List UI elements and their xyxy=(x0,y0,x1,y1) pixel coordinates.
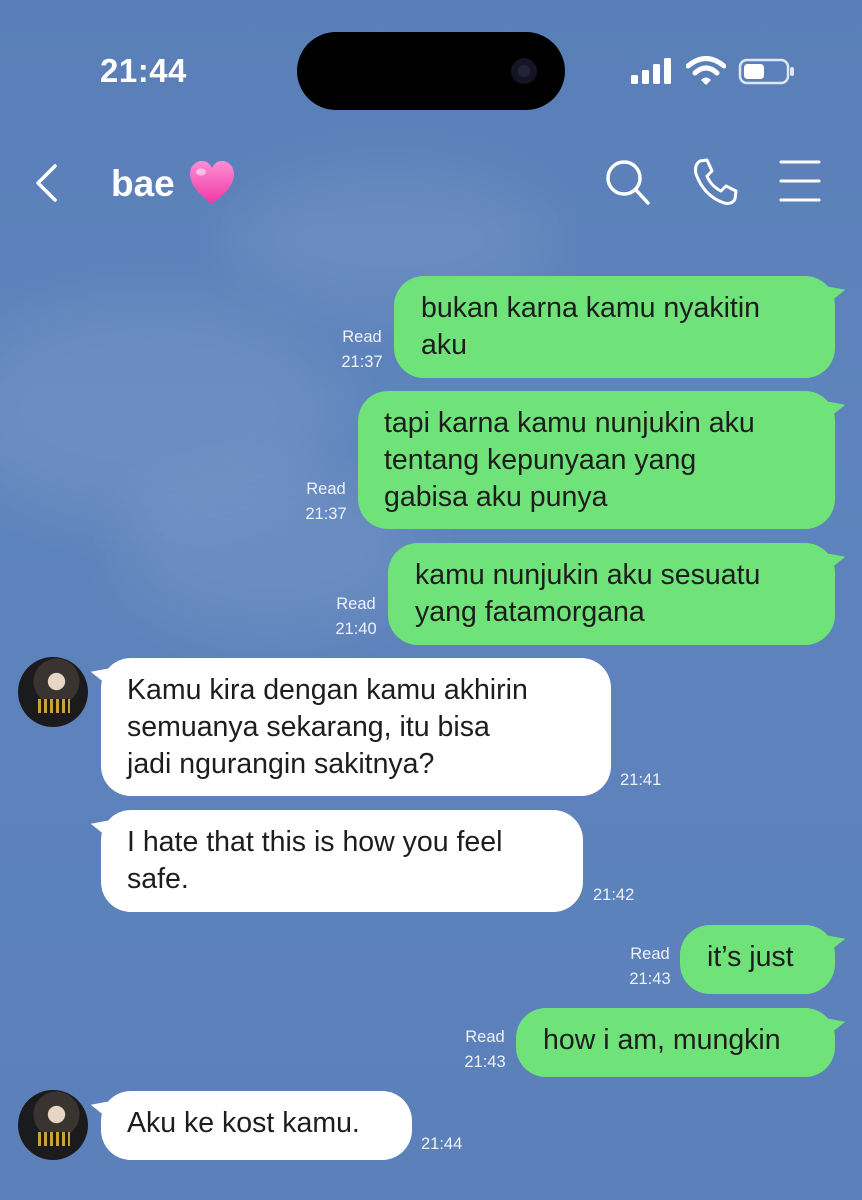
read-receipt: Read xyxy=(465,1028,505,1046)
received-message[interactable]: Kamu kira dengan kamu akhirin semuanya s… xyxy=(101,658,611,796)
contact-avatar[interactable] xyxy=(18,1090,88,1160)
sent-message[interactable]: bukan karna kamu nyakitin aku xyxy=(394,276,835,378)
sent-message[interactable]: tapi karna kamu nunjukin aku tentang kep… xyxy=(358,391,835,529)
read-receipt: Read xyxy=(306,480,346,498)
read-receipt: Read xyxy=(342,328,382,346)
message-time: 21:43 xyxy=(464,1053,506,1071)
phone-icon[interactable] xyxy=(690,156,740,208)
message-time: 21:37 xyxy=(341,353,383,371)
front-camera xyxy=(511,58,537,84)
pink-heart-emoji xyxy=(190,161,234,204)
sent-message[interactable]: kamu nunjukin aku sesuatu yang fatamorga… xyxy=(388,543,835,645)
received-message[interactable]: I hate that this is how you feel safe. xyxy=(101,810,583,912)
message-status: Read 21:43 xyxy=(455,1025,515,1075)
sent-message[interactable]: it’s just xyxy=(680,925,835,994)
message-time: 21:37 xyxy=(305,505,347,523)
back-chevron-icon[interactable] xyxy=(28,160,68,206)
message-time: 21:41 xyxy=(620,771,662,789)
status-time: 21:44 xyxy=(100,52,187,89)
sent-message[interactable]: how i am, mungkin xyxy=(516,1008,835,1077)
read-receipt: Read xyxy=(336,595,376,613)
message-time: 21:43 xyxy=(629,970,671,988)
message-time: 21:44 xyxy=(421,1135,463,1153)
received-message[interactable]: Aku ke kost kamu. xyxy=(101,1091,412,1160)
status-icons xyxy=(630,56,796,86)
chat-title: bae xyxy=(111,163,175,204)
read-receipt: Read xyxy=(630,945,670,963)
message-time: 21:42 xyxy=(593,886,635,904)
dynamic-island xyxy=(297,32,565,110)
wifi-icon xyxy=(686,56,726,85)
message-time: 21:40 xyxy=(335,620,377,638)
message-status: Read 21:37 xyxy=(332,325,392,375)
menu-icon[interactable] xyxy=(778,156,822,208)
search-icon[interactable] xyxy=(603,156,653,208)
contact-avatar[interactable] xyxy=(18,657,88,727)
battery-icon xyxy=(738,58,794,85)
message-status: Read 21:37 xyxy=(296,477,356,527)
cellular-signal-icon xyxy=(631,58,671,84)
message-status: Read 21:40 xyxy=(326,592,386,642)
message-status: Read 21:43 xyxy=(620,942,680,992)
